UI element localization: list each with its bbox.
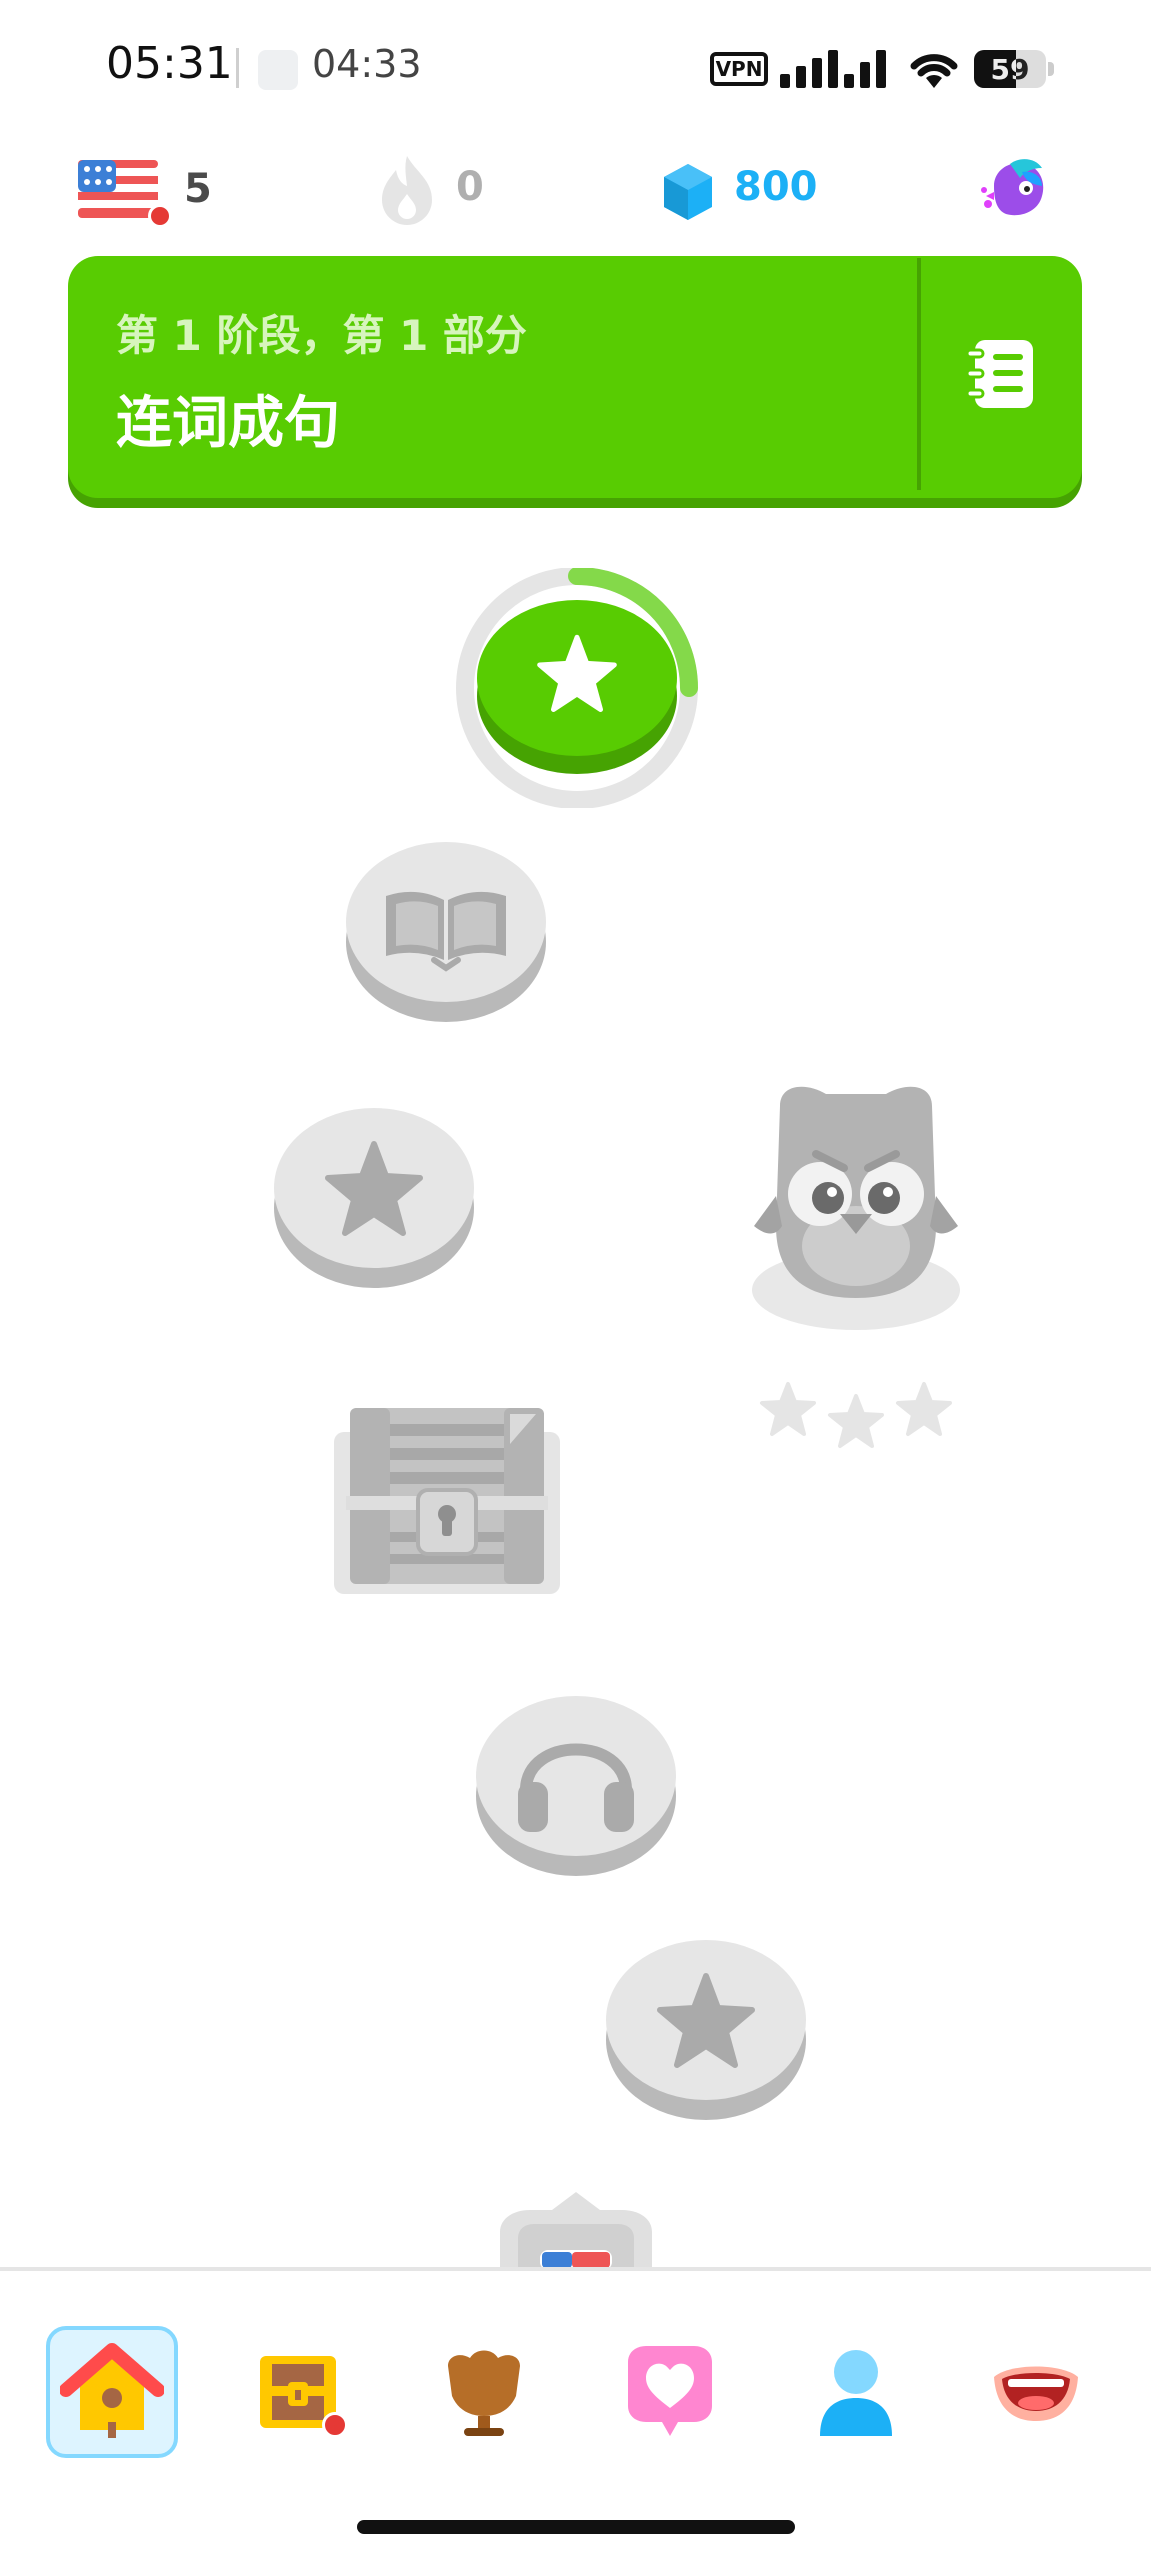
streak-button[interactable]: 0 (378, 152, 508, 228)
status-time: 05:31 (106, 38, 233, 89)
app-indicator-icon (258, 50, 298, 90)
character-stars (760, 1382, 952, 1448)
lesson-node-listening[interactable] (474, 1690, 678, 1880)
notification-dot (148, 204, 172, 228)
hearts-icon (628, 2346, 712, 2436)
streak-count: 5 (184, 166, 212, 212)
nav-profile[interactable] (790, 2326, 922, 2458)
course-flag-button[interactable]: 5 (78, 156, 218, 228)
us-flag-icon (78, 160, 158, 220)
nav-leaderboard[interactable] (418, 2326, 550, 2458)
nav-practice[interactable] (970, 2326, 1102, 2458)
super-duo-icon (981, 159, 1044, 216)
trophy-icon[interactable] (490, 2188, 662, 2268)
unit-subtitle: 第 1 阶段，第 1 部分 (116, 311, 527, 360)
leaderboard-icon (448, 2350, 520, 2436)
notebook-icon (965, 340, 1033, 408)
nav-hearts[interactable] (604, 2326, 736, 2458)
star-icon (537, 634, 617, 712)
home-indicator (357, 2520, 795, 2534)
notification-dot (322, 2412, 348, 2438)
battery-cap (1048, 62, 1054, 76)
owl-character-icon (752, 1086, 960, 1330)
streak-flame-icon (382, 156, 432, 225)
chest-icon[interactable] (332, 1404, 562, 1596)
nav-home[interactable] (46, 2326, 178, 2458)
gem-icon (664, 164, 712, 220)
status-timer: 04:33 (312, 42, 422, 86)
home-icon (60, 2343, 164, 2438)
cellular-signal-icon (780, 50, 886, 88)
star-icon (760, 1382, 816, 1436)
lesson-node-star-2[interactable] (272, 1102, 476, 1292)
wifi-icon (910, 54, 958, 88)
battery-icon: 59 (974, 50, 1046, 88)
practice-mouth-icon (994, 2366, 1078, 2421)
star-icon (896, 1382, 952, 1436)
lesson-node-star-3[interactable] (604, 1934, 808, 2124)
super-button[interactable] (980, 156, 1052, 228)
nav-quests[interactable] (232, 2326, 364, 2458)
unit-title: 连词成句 (116, 391, 340, 456)
lesson-node-book[interactable] (344, 836, 548, 1026)
profile-icon (820, 2350, 892, 2436)
gems-button[interactable]: 800 (662, 156, 832, 228)
vpn-icon: VPN (710, 52, 768, 86)
energy-count: 0 (456, 164, 484, 210)
gems-count: 800 (734, 164, 818, 210)
guidebook-button[interactable] (921, 258, 1080, 490)
status-separator (236, 48, 239, 88)
battery-level: 59 (990, 52, 1030, 86)
star-icon (828, 1394, 884, 1448)
